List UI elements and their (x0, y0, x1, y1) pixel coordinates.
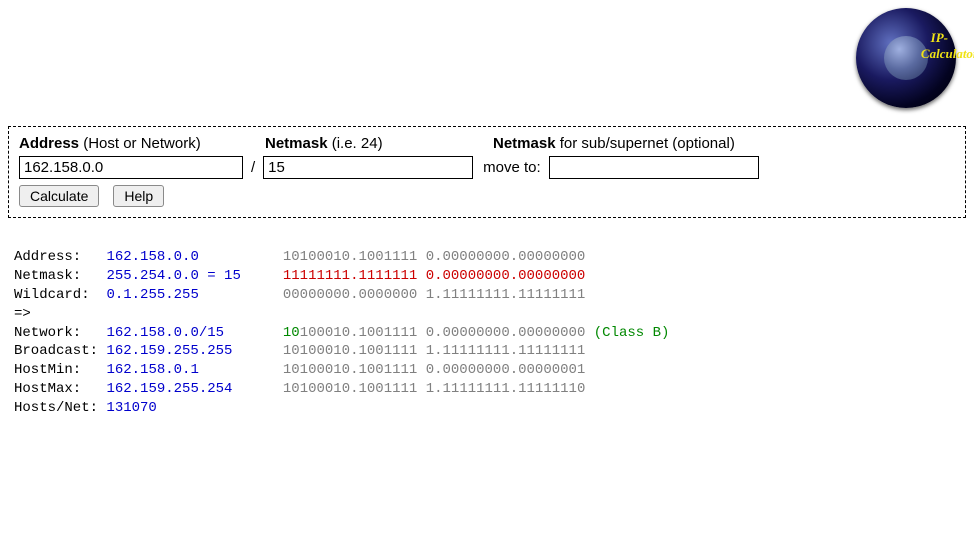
calculator-form: Address (Host or Network) Netmask (i.e. … (8, 126, 966, 218)
address-input[interactable] (19, 156, 243, 179)
move-to-label: move to: (483, 159, 543, 176)
supernet-label: Netmask for sub/supernet (optional) (493, 133, 735, 154)
address-label: Address (Host or Network) (19, 133, 259, 154)
supernet-input[interactable] (549, 156, 759, 179)
calculation-output: Address: 162.158.0.0 10100010.1001111 0.… (14, 248, 966, 418)
logo-text-1: IP- (931, 30, 948, 46)
calculate-button[interactable]: Calculate (19, 185, 99, 207)
logo-text-2: Calculator (921, 46, 974, 62)
ip-calculator-logo: IP- Calculator (856, 8, 956, 108)
slash-separator: / (249, 159, 257, 176)
netmask-label: Netmask (i.e. 24) (265, 133, 487, 154)
netmask-input[interactable] (263, 156, 473, 179)
help-button[interactable]: Help (113, 185, 164, 207)
